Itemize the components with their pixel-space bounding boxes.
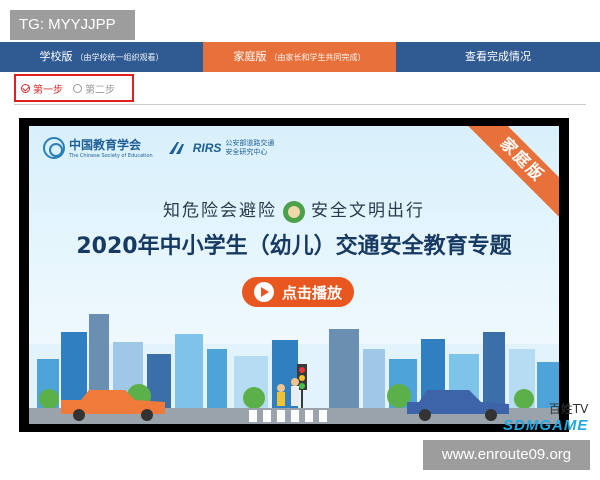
step-selector: 第一步 第二步 bbox=[14, 74, 134, 102]
mascot-icon bbox=[283, 200, 305, 223]
step-two[interactable]: 第二步 bbox=[73, 81, 115, 96]
rirs-brand: RIRS bbox=[192, 140, 222, 155]
rirs-org-line2: 安全研究中心 bbox=[225, 147, 268, 156]
tab-view-completion-label: 查看完成情况 bbox=[465, 50, 531, 63]
slogan: 知危险会避险 安全文明出行 bbox=[29, 196, 559, 223]
play-button-label: 点击播放 bbox=[281, 283, 342, 302]
tab-family-sub: （由家长和学生共同完成） bbox=[269, 53, 366, 62]
video-poster[interactable]: 中国教育学会 The Chinese Society of Education … bbox=[29, 126, 559, 424]
tg-label: TG: MYYJJPP bbox=[10, 10, 135, 40]
cse-name-cn: 中国教育学会 bbox=[69, 138, 142, 152]
play-icon bbox=[253, 282, 274, 302]
step-two-label: 第二步 bbox=[85, 84, 115, 96]
tab-view-completion[interactable]: 查看完成情况 bbox=[396, 42, 600, 72]
watermark-line2: SDMGAME bbox=[503, 417, 589, 434]
cse-logo: 中国教育学会 The Chinese Society of Education bbox=[43, 136, 153, 159]
step-one-label: 第一步 bbox=[33, 84, 63, 96]
divider bbox=[14, 104, 586, 105]
tab-bar: 学校版 （由学校统一组织观看） 家庭版 （由家长和学生共同完成） 查看完成情况 bbox=[0, 42, 600, 72]
cse-emblem-icon bbox=[43, 136, 65, 159]
radio-circle-icon bbox=[73, 83, 82, 93]
tab-school-version[interactable]: 学校版 （由学校统一组织观看） bbox=[0, 42, 203, 72]
video-title: 2020年中小学生（幼儿）交通安全教育专题 bbox=[76, 234, 512, 259]
slogan-right: 安全文明出行 bbox=[311, 201, 425, 221]
road-icon bbox=[168, 141, 184, 154]
watermark-line1: 百姓TV bbox=[548, 402, 589, 416]
check-circle-icon bbox=[21, 83, 30, 93]
cse-name-en: The Chinese Society of Education bbox=[69, 153, 153, 159]
video-player: 中国教育学会 The Chinese Society of Education … bbox=[19, 118, 569, 432]
sponsor-logos: 中国教育学会 The Chinese Society of Education … bbox=[43, 136, 274, 159]
slogan-left: 知危险会避险 bbox=[163, 201, 277, 221]
rirs-logo: RIRS 公安部道路交通 安全研究中心 bbox=[167, 138, 275, 157]
tab-family-label: 家庭版 bbox=[233, 50, 267, 63]
site-watermark: 百姓TV SDMGAME bbox=[503, 400, 588, 434]
tab-family-version[interactable]: 家庭版 （由家长和学生共同完成） bbox=[203, 42, 396, 72]
rirs-org-line1: 公安部道路交通 bbox=[225, 138, 275, 147]
tab-school-sub: （由学校统一组织观看） bbox=[75, 53, 164, 62]
url-label: www.enroute09.org bbox=[423, 440, 590, 470]
play-button[interactable]: 点击播放 bbox=[242, 277, 354, 307]
tab-school-label: 学校版 bbox=[39, 50, 73, 63]
step-one[interactable]: 第一步 bbox=[21, 81, 63, 96]
city-illustration bbox=[29, 314, 559, 424]
